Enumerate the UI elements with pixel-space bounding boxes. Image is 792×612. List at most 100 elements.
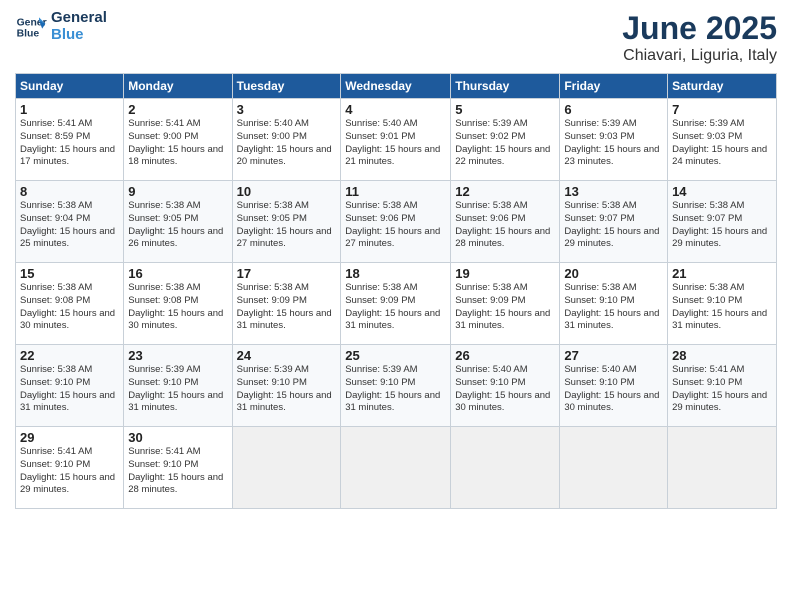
day-number: 14: [672, 184, 772, 199]
calendar-cell: 2Sunrise: 5:41 AMSunset: 9:00 PMDaylight…: [124, 99, 232, 181]
calendar-cell: 10Sunrise: 5:38 AMSunset: 9:05 PMDayligh…: [232, 181, 341, 263]
calendar-subtitle: Chiavari, Liguria, Italy: [622, 47, 777, 65]
calendar-cell: 3Sunrise: 5:40 AMSunset: 9:00 PMDaylight…: [232, 99, 341, 181]
calendar-cell: 19Sunrise: 5:38 AMSunset: 9:09 PMDayligh…: [451, 263, 560, 345]
calendar-cell: 17Sunrise: 5:38 AMSunset: 9:09 PMDayligh…: [232, 263, 341, 345]
day-info: Sunrise: 5:39 AMSunset: 9:10 PMDaylight:…: [237, 364, 337, 415]
calendar-cell: 20Sunrise: 5:38 AMSunset: 9:10 PMDayligh…: [560, 263, 668, 345]
day-number: 29: [20, 430, 119, 445]
day-info: Sunrise: 5:40 AMSunset: 9:00 PMDaylight:…: [237, 118, 337, 169]
day-info: Sunrise: 5:38 AMSunset: 9:05 PMDaylight:…: [237, 200, 337, 251]
calendar-cell: 9Sunrise: 5:38 AMSunset: 9:05 PMDaylight…: [124, 181, 232, 263]
weekday-header-sunday: Sunday: [16, 74, 124, 99]
day-number: 25: [345, 348, 446, 363]
calendar-cell: 24Sunrise: 5:39 AMSunset: 9:10 PMDayligh…: [232, 345, 341, 427]
calendar-cell: 11Sunrise: 5:38 AMSunset: 9:06 PMDayligh…: [341, 181, 451, 263]
general-blue-logo-icon: General Blue: [15, 11, 47, 43]
calendar-cell: 13Sunrise: 5:38 AMSunset: 9:07 PMDayligh…: [560, 181, 668, 263]
week-row-1: 1Sunrise: 5:41 AMSunset: 8:59 PMDaylight…: [16, 99, 777, 181]
calendar-cell: 4Sunrise: 5:40 AMSunset: 9:01 PMDaylight…: [341, 99, 451, 181]
day-info: Sunrise: 5:38 AMSunset: 9:06 PMDaylight:…: [455, 200, 555, 251]
day-info: Sunrise: 5:41 AMSunset: 9:10 PMDaylight:…: [128, 446, 227, 497]
page-header: General Blue General Blue June 2025 Chia…: [15, 10, 777, 65]
day-number: 17: [237, 266, 337, 281]
title-section: June 2025 Chiavari, Liguria, Italy: [622, 10, 777, 65]
calendar-cell: 26Sunrise: 5:40 AMSunset: 9:10 PMDayligh…: [451, 345, 560, 427]
day-number: 5: [455, 102, 555, 117]
week-row-5: 29Sunrise: 5:41 AMSunset: 9:10 PMDayligh…: [16, 427, 777, 509]
weekday-header-thursday: Thursday: [451, 74, 560, 99]
day-info: Sunrise: 5:38 AMSunset: 9:08 PMDaylight:…: [20, 282, 119, 333]
calendar-cell: 5Sunrise: 5:39 AMSunset: 9:02 PMDaylight…: [451, 99, 560, 181]
day-info: Sunrise: 5:38 AMSunset: 9:09 PMDaylight:…: [455, 282, 555, 333]
day-number: 3: [237, 102, 337, 117]
weekday-header-row: SundayMondayTuesdayWednesdayThursdayFrid…: [16, 74, 777, 99]
day-number: 16: [128, 266, 227, 281]
day-number: 1: [20, 102, 119, 117]
weekday-header-saturday: Saturday: [668, 74, 777, 99]
calendar-cell: 14Sunrise: 5:38 AMSunset: 9:07 PMDayligh…: [668, 181, 777, 263]
day-number: 26: [455, 348, 555, 363]
day-info: Sunrise: 5:40 AMSunset: 9:10 PMDaylight:…: [455, 364, 555, 415]
day-number: 11: [345, 184, 446, 199]
day-number: 27: [564, 348, 663, 363]
calendar-cell: 16Sunrise: 5:38 AMSunset: 9:08 PMDayligh…: [124, 263, 232, 345]
logo: General Blue General Blue: [15, 10, 107, 43]
day-number: 4: [345, 102, 446, 117]
day-info: Sunrise: 5:41 AMSunset: 8:59 PMDaylight:…: [20, 118, 119, 169]
calendar-cell: 25Sunrise: 5:39 AMSunset: 9:10 PMDayligh…: [341, 345, 451, 427]
logo-line1: General: [51, 10, 107, 27]
day-number: 9: [128, 184, 227, 199]
day-number: 23: [128, 348, 227, 363]
calendar-cell: 12Sunrise: 5:38 AMSunset: 9:06 PMDayligh…: [451, 181, 560, 263]
day-info: Sunrise: 5:38 AMSunset: 9:10 PMDaylight:…: [672, 282, 772, 333]
day-number: 21: [672, 266, 772, 281]
week-row-2: 8Sunrise: 5:38 AMSunset: 9:04 PMDaylight…: [16, 181, 777, 263]
day-info: Sunrise: 5:39 AMSunset: 9:03 PMDaylight:…: [564, 118, 663, 169]
calendar-cell: 22Sunrise: 5:38 AMSunset: 9:10 PMDayligh…: [16, 345, 124, 427]
day-info: Sunrise: 5:38 AMSunset: 9:09 PMDaylight:…: [237, 282, 337, 333]
day-info: Sunrise: 5:39 AMSunset: 9:02 PMDaylight:…: [455, 118, 555, 169]
day-info: Sunrise: 5:40 AMSunset: 9:10 PMDaylight:…: [564, 364, 663, 415]
calendar-page: General Blue General Blue June 2025 Chia…: [0, 0, 792, 612]
calendar-cell: [668, 427, 777, 509]
weekday-header-tuesday: Tuesday: [232, 74, 341, 99]
calendar-cell: [232, 427, 341, 509]
day-number: 19: [455, 266, 555, 281]
calendar-cell: 27Sunrise: 5:40 AMSunset: 9:10 PMDayligh…: [560, 345, 668, 427]
day-number: 6: [564, 102, 663, 117]
day-number: 30: [128, 430, 227, 445]
day-info: Sunrise: 5:38 AMSunset: 9:07 PMDaylight:…: [564, 200, 663, 251]
day-number: 20: [564, 266, 663, 281]
weekday-header-monday: Monday: [124, 74, 232, 99]
day-number: 2: [128, 102, 227, 117]
day-info: Sunrise: 5:39 AMSunset: 9:03 PMDaylight:…: [672, 118, 772, 169]
day-info: Sunrise: 5:38 AMSunset: 9:08 PMDaylight:…: [128, 282, 227, 333]
calendar-cell: 28Sunrise: 5:41 AMSunset: 9:10 PMDayligh…: [668, 345, 777, 427]
calendar-cell: 21Sunrise: 5:38 AMSunset: 9:10 PMDayligh…: [668, 263, 777, 345]
day-info: Sunrise: 5:38 AMSunset: 9:10 PMDaylight:…: [20, 364, 119, 415]
day-info: Sunrise: 5:38 AMSunset: 9:10 PMDaylight:…: [564, 282, 663, 333]
week-row-4: 22Sunrise: 5:38 AMSunset: 9:10 PMDayligh…: [16, 345, 777, 427]
calendar-cell: 6Sunrise: 5:39 AMSunset: 9:03 PMDaylight…: [560, 99, 668, 181]
day-info: Sunrise: 5:41 AMSunset: 9:00 PMDaylight:…: [128, 118, 227, 169]
day-number: 24: [237, 348, 337, 363]
day-number: 13: [564, 184, 663, 199]
day-number: 12: [455, 184, 555, 199]
weekday-header-friday: Friday: [560, 74, 668, 99]
day-info: Sunrise: 5:39 AMSunset: 9:10 PMDaylight:…: [128, 364, 227, 415]
day-number: 7: [672, 102, 772, 117]
day-number: 15: [20, 266, 119, 281]
day-number: 28: [672, 348, 772, 363]
day-info: Sunrise: 5:38 AMSunset: 9:04 PMDaylight:…: [20, 200, 119, 251]
calendar-cell: 18Sunrise: 5:38 AMSunset: 9:09 PMDayligh…: [341, 263, 451, 345]
day-number: 22: [20, 348, 119, 363]
day-number: 8: [20, 184, 119, 199]
day-number: 18: [345, 266, 446, 281]
calendar-cell: 29Sunrise: 5:41 AMSunset: 9:10 PMDayligh…: [16, 427, 124, 509]
day-info: Sunrise: 5:38 AMSunset: 9:05 PMDaylight:…: [128, 200, 227, 251]
day-info: Sunrise: 5:39 AMSunset: 9:10 PMDaylight:…: [345, 364, 446, 415]
svg-text:Blue: Blue: [17, 28, 40, 39]
day-info: Sunrise: 5:41 AMSunset: 9:10 PMDaylight:…: [20, 446, 119, 497]
day-info: Sunrise: 5:38 AMSunset: 9:09 PMDaylight:…: [345, 282, 446, 333]
